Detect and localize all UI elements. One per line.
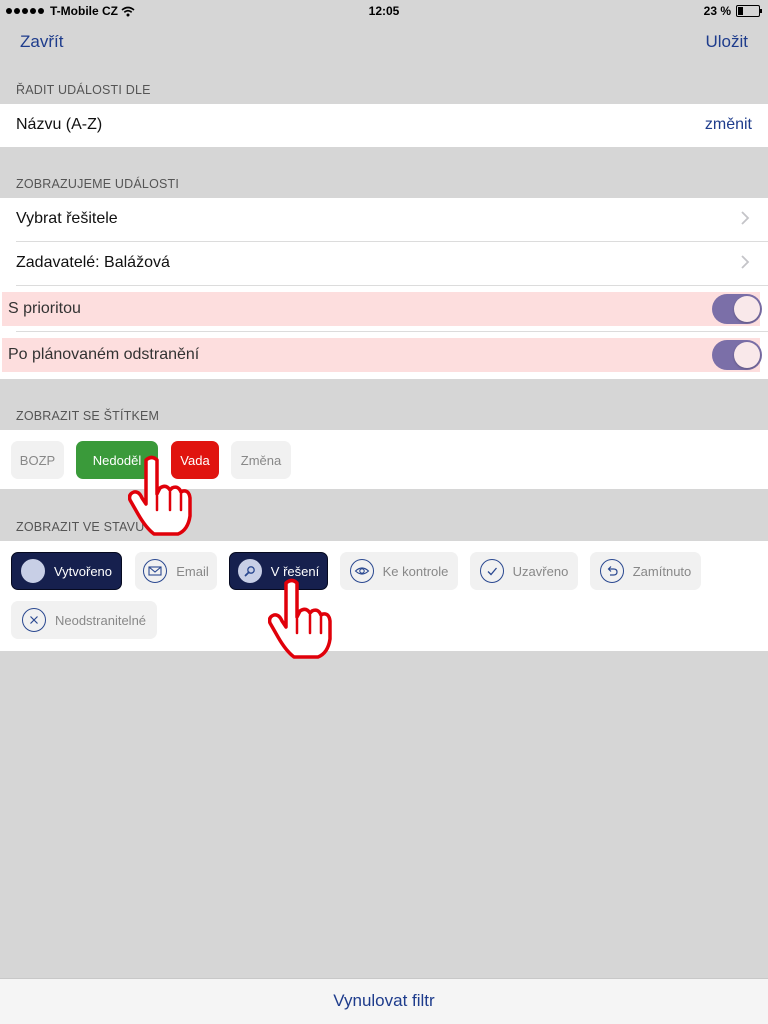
status-bar: T-Mobile CZ 12:05 23 % (0, 0, 768, 22)
battery-percent: 23 % (703, 4, 731, 18)
state-chip-zamitnuto[interactable]: Zamítnuto (590, 552, 701, 590)
wrench-icon (237, 559, 262, 583)
reset-filter-button[interactable]: Vynulovat filtr (333, 991, 434, 1011)
state-section-header: ZOBRAZIT VE STAVU (16, 520, 145, 534)
state-label: Neodstranitelné (54, 612, 147, 628)
sort-row[interactable]: Názvu (A-Z) změnit (0, 104, 768, 147)
toggle-knob (734, 296, 760, 322)
state-chip-neodstranitelne[interactable]: Neodstranitelné (11, 601, 157, 639)
state-chip-ke-kontrole[interactable]: Ke kontrole (340, 552, 458, 590)
tag-section: BOZP Nedoděl Vada Změna (0, 430, 768, 489)
eye-icon (349, 559, 374, 583)
pointer-hand-icon (268, 578, 332, 659)
close-button[interactable]: Zavřít (20, 32, 63, 52)
state-label: Vytvořeno (53, 563, 113, 579)
requesters-row[interactable]: Zadavatelé: Balážová (0, 242, 768, 285)
priority-toggle-row: S prioritou (2, 292, 760, 326)
priority-toggle[interactable] (712, 294, 762, 324)
display-section: Vybrat řešitele Zadavatelé: Balážová S p… (0, 198, 768, 379)
carrier-name: T-Mobile CZ (50, 4, 118, 18)
divider (16, 285, 768, 286)
x-icon (21, 608, 46, 632)
tag-section-header: ZOBRAZIT SE ŠTÍTKEM (16, 409, 160, 423)
select-assignee-row[interactable]: Vybrat řešitele (0, 198, 768, 241)
state-chip-email[interactable]: Email (135, 552, 217, 590)
planned-removal-toggle-row: Po plánovaném odstranění (2, 338, 760, 372)
planned-removal-toggle[interactable] (712, 340, 762, 370)
display-section-header: ZOBRAZUJEME UDÁLOSTI (16, 177, 180, 191)
toggle-label: Po plánovaném odstranění (8, 346, 200, 363)
battery-icon (736, 5, 762, 17)
state-label: Zamítnuto (632, 563, 692, 579)
envelope-icon (143, 559, 168, 583)
navigation-bar: Zavřít Uložit (0, 22, 768, 66)
state-label: Ke kontrole (382, 563, 449, 579)
pointer-hand-icon (128, 455, 192, 536)
save-button[interactable]: Uložit (705, 32, 748, 52)
checkmark-icon (479, 559, 504, 583)
sort-section: Názvu (A-Z) změnit (0, 104, 768, 147)
signal-strength-icon (6, 8, 44, 14)
change-sort-button[interactable]: změnit (705, 116, 752, 134)
toggle-label: S prioritou (8, 300, 81, 317)
state-label: Email (176, 563, 209, 579)
tag-chip-zmena[interactable]: Změna (231, 441, 291, 479)
wifi-icon (121, 6, 135, 16)
bottom-bar: Vynulovat filtr (0, 978, 768, 1024)
toggle-knob (734, 342, 760, 368)
state-section: Vytvořeno Email V řešení Ke kontrole Uza… (0, 541, 768, 651)
state-label: Uzavřeno (512, 563, 569, 579)
chevron-right-icon (741, 255, 750, 269)
divider (16, 331, 768, 332)
circle-icon (20, 559, 45, 583)
row-label: Vybrat řešitele (16, 210, 118, 227)
sort-section-header: ŘADIT UDÁLOSTI DLE (16, 83, 151, 97)
tag-chip-bozp[interactable]: BOZP (11, 441, 64, 479)
undo-arrow-icon (599, 559, 624, 583)
state-chip-uzavreno[interactable]: Uzavřeno (470, 552, 578, 590)
sort-value: Názvu (A-Z) (16, 116, 103, 133)
state-chip-vytvoreno[interactable]: Vytvořeno (11, 552, 122, 590)
row-label: Zadavatelé: Balážová (16, 254, 170, 271)
chevron-right-icon (741, 211, 750, 225)
